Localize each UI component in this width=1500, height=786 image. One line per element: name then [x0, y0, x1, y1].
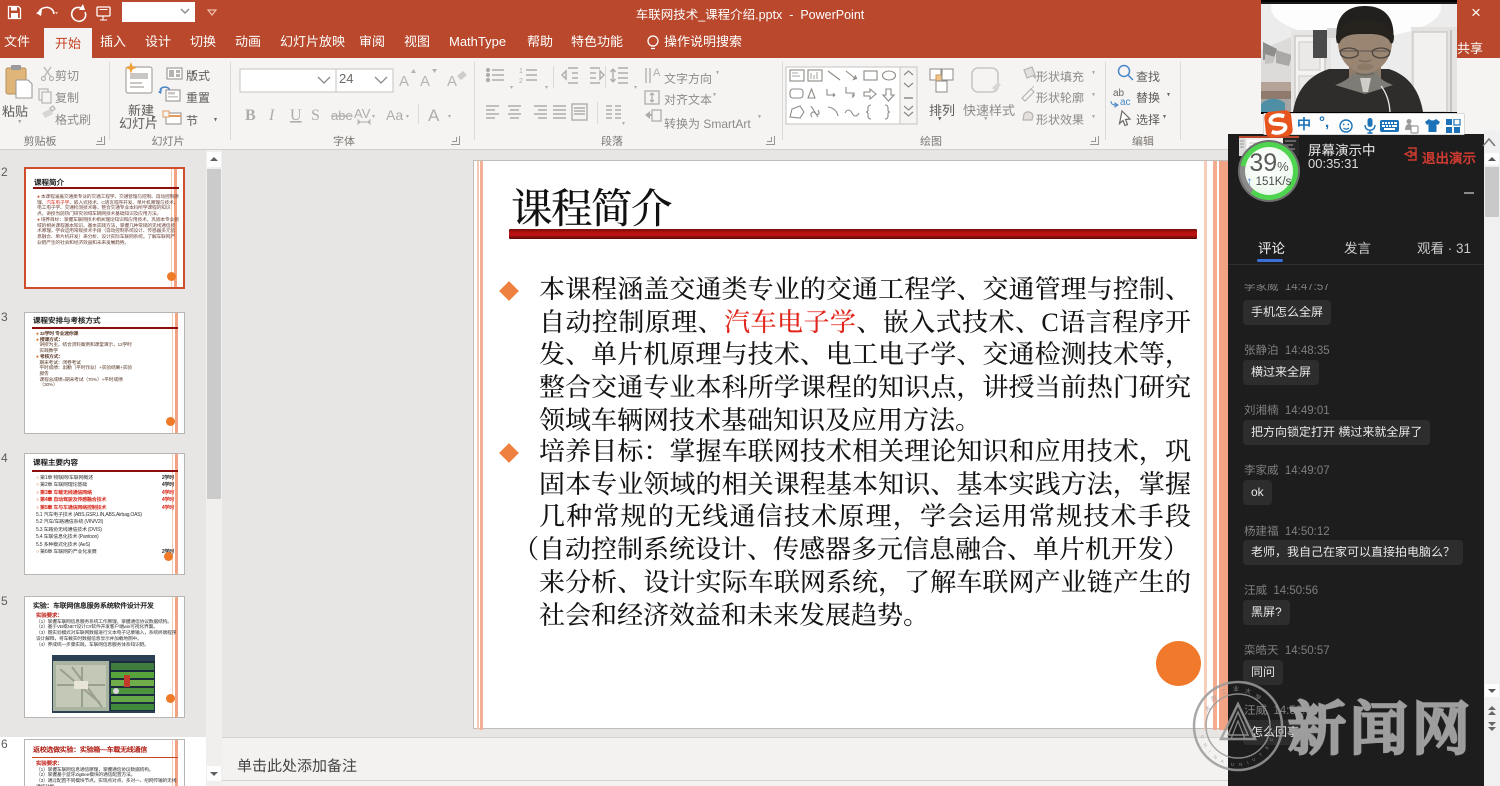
svg-text:C: C: [1199, 734, 1205, 740]
svg-text:工: 工: [1220, 688, 1227, 696]
svg-text:学: 学: [1253, 693, 1262, 703]
svg-text:业: 业: [1233, 685, 1239, 693]
svg-text:C: C: [1268, 736, 1274, 742]
svg-text:A: A: [428, 106, 440, 125]
svg-text:A: A: [447, 73, 457, 90]
svg-text:S: S: [311, 107, 320, 124]
svg-text:H: H: [1202, 742, 1208, 748]
svg-text:abe: abe: [331, 108, 353, 123]
svg-text:Aa: Aa: [386, 107, 403, 123]
svg-text:B: B: [245, 107, 256, 124]
svg-text:A: A: [399, 73, 409, 90]
svg-text:U: U: [290, 107, 302, 124]
svg-text:U: U: [1231, 762, 1235, 767]
svg-text:A: A: [653, 67, 661, 79]
svg-text:1: 1: [519, 68, 523, 75]
svg-text:T: T: [1258, 752, 1264, 758]
svg-text:E: E: [1264, 745, 1270, 750]
svg-text:H: H: [1271, 729, 1277, 734]
svg-text:V: V: [1251, 757, 1256, 763]
svg-text:I: I: [268, 107, 275, 124]
svg-text:ac: ac: [1120, 97, 1131, 108]
svg-text:N: N: [1239, 762, 1243, 767]
svg-text:太: 太: [1203, 703, 1213, 713]
svg-text:A: A: [1220, 758, 1225, 764]
svg-text:2: 2: [519, 78, 523, 85]
svg-text:A: A: [420, 73, 430, 90]
svg-text:I: I: [1208, 749, 1212, 754]
svg-text:N: N: [1213, 754, 1218, 760]
svg-text:大: 大: [1244, 687, 1252, 696]
svg-text:AV: AV: [354, 106, 371, 121]
svg-text:I: I: [1246, 760, 1249, 765]
